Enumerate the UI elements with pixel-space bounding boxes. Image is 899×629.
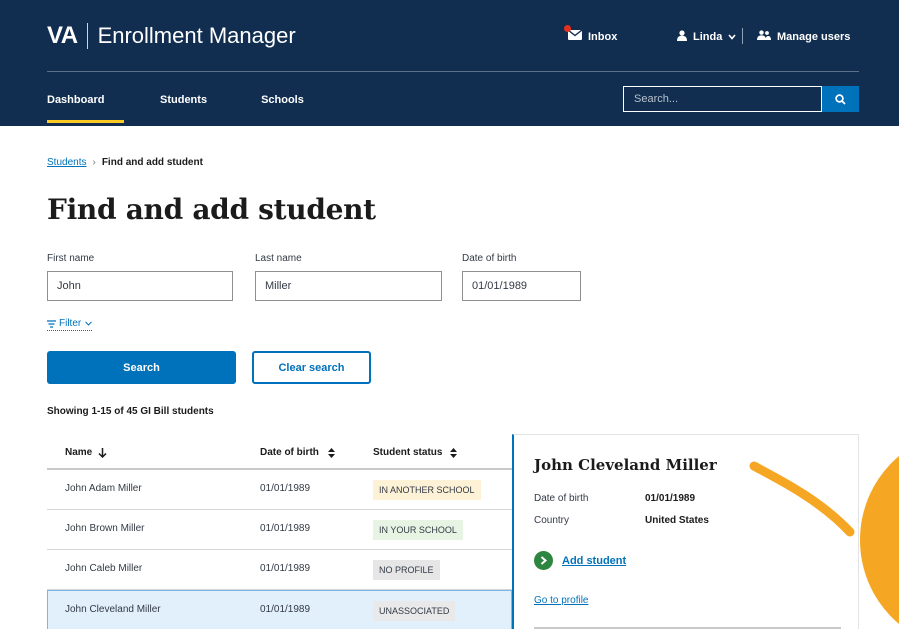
header-search: [623, 86, 859, 112]
inbox-label: Inbox: [588, 30, 618, 43]
breadcrumb-current: Find and add student: [101, 157, 203, 168]
breadcrumb: Students › Find and add student: [47, 157, 203, 168]
chevron-down-icon: [85, 321, 93, 326]
search-input[interactable]: [623, 86, 822, 112]
brand-logo[interactable]: VA Enrollment Manager: [47, 22, 296, 50]
first-name-field[interactable]: [47, 271, 233, 301]
status-badge: IN ANOTHER SCHOOL: [373, 480, 481, 500]
column-dob-label: Date of birth: [260, 447, 319, 458]
site-header: VA Enrollment Manager Inbox Linda Manage…: [0, 0, 899, 126]
column-name-label: Name: [65, 447, 93, 458]
country-label: Country: [534, 515, 570, 526]
student-name-heading: John Cleveland Miller: [534, 456, 717, 474]
status-badge: UNASSOCIATED: [373, 601, 456, 621]
nav-students[interactable]: Students: [160, 85, 207, 123]
table-row[interactable]: John Brown Miller 01/01/1989 IN YOUR SCH…: [47, 510, 512, 550]
row-dob: 01/01/1989: [260, 563, 311, 574]
date-of-birth-field[interactable]: [462, 271, 581, 301]
users-icon: [757, 30, 771, 43]
main-nav: Dashboard Students Schools: [47, 85, 304, 123]
table-row-selected[interactable]: John Cleveland Miller 01/01/1989 UNASSOC…: [47, 590, 512, 629]
row-name: John Brown Miller: [65, 523, 145, 534]
notification-dot: [564, 25, 571, 32]
manage-users-link[interactable]: Manage users: [757, 30, 850, 43]
arrow-down-icon: [98, 447, 107, 458]
table-row[interactable]: John Adam Miller 01/01/1989 IN ANOTHER S…: [47, 470, 512, 510]
status-badge: NO PROFILE: [373, 560, 440, 580]
search-icon: [835, 93, 846, 105]
sort-icon: [450, 447, 458, 458]
country-value: United States: [645, 515, 709, 526]
nav-schools[interactable]: Schools: [261, 85, 304, 123]
date-of-birth-label: Date of birth: [462, 253, 517, 264]
first-name-label: First name: [47, 253, 95, 264]
breadcrumb-separator: ›: [92, 157, 96, 168]
add-student-label: Add student: [562, 554, 627, 567]
dob-label: Date of birth: [534, 493, 589, 504]
header-divider: [47, 71, 859, 72]
user-icon: [677, 30, 687, 44]
row-dob: 01/01/1989: [260, 523, 311, 534]
filter-toggle[interactable]: Filter: [47, 318, 93, 331]
mail-icon: [564, 25, 583, 43]
row-dob: 01/01/1989: [260, 483, 311, 494]
row-dob: 01/01/1989: [260, 604, 311, 615]
column-header-dob[interactable]: Date of birth: [260, 447, 335, 458]
brand-divider: [86, 23, 88, 49]
arrow-right-circle-icon: [534, 551, 553, 570]
inbox-link[interactable]: Inbox: [564, 25, 618, 43]
decorative-highlight: [749, 456, 899, 624]
sort-icon: [327, 447, 335, 458]
go-to-profile-link[interactable]: Go to profile: [534, 595, 588, 606]
user-name: Linda: [693, 31, 723, 43]
results-summary: Showing 1-15 of 45 GI Bill students: [47, 406, 214, 417]
search-button[interactable]: Search: [47, 351, 236, 384]
filter-label: Filter: [59, 318, 82, 329]
chevron-down-icon: [728, 31, 736, 43]
row-name: John Adam Miller: [65, 483, 142, 494]
last-name-label: Last name: [255, 253, 302, 264]
user-menu[interactable]: Linda: [677, 30, 736, 44]
row-name: John Cleveland Miller: [65, 604, 161, 615]
nav-dashboard[interactable]: Dashboard: [47, 85, 124, 123]
status-badge: IN YOUR SCHOOL: [373, 520, 463, 540]
va-logo: VA: [47, 22, 78, 49]
column-header-name[interactable]: Name: [65, 447, 107, 458]
results-table: Name Date of birth Student status John A…: [47, 434, 512, 629]
dob-value: 01/01/1989: [645, 493, 696, 504]
row-name: John Caleb Miller: [65, 563, 143, 574]
column-status-label: Student status: [373, 447, 443, 458]
breadcrumb-students-link[interactable]: Students: [47, 157, 86, 168]
app-title: Enrollment Manager: [97, 23, 296, 48]
page-title: Find and add student: [47, 193, 376, 226]
manage-users-label: Manage users: [777, 30, 851, 43]
last-name-field[interactable]: [255, 271, 442, 301]
search-submit-button[interactable]: [822, 86, 859, 112]
utility-separator: [742, 28, 743, 44]
clear-search-button[interactable]: Clear search: [252, 351, 371, 384]
table-header: Name Date of birth Student status: [47, 434, 512, 470]
filter-icon: [47, 319, 56, 328]
column-header-status[interactable]: Student status: [373, 447, 458, 458]
add-student-link[interactable]: Add student: [534, 551, 626, 570]
table-row[interactable]: John Caleb Miller 01/01/1989 NO PROFILE: [47, 550, 512, 590]
